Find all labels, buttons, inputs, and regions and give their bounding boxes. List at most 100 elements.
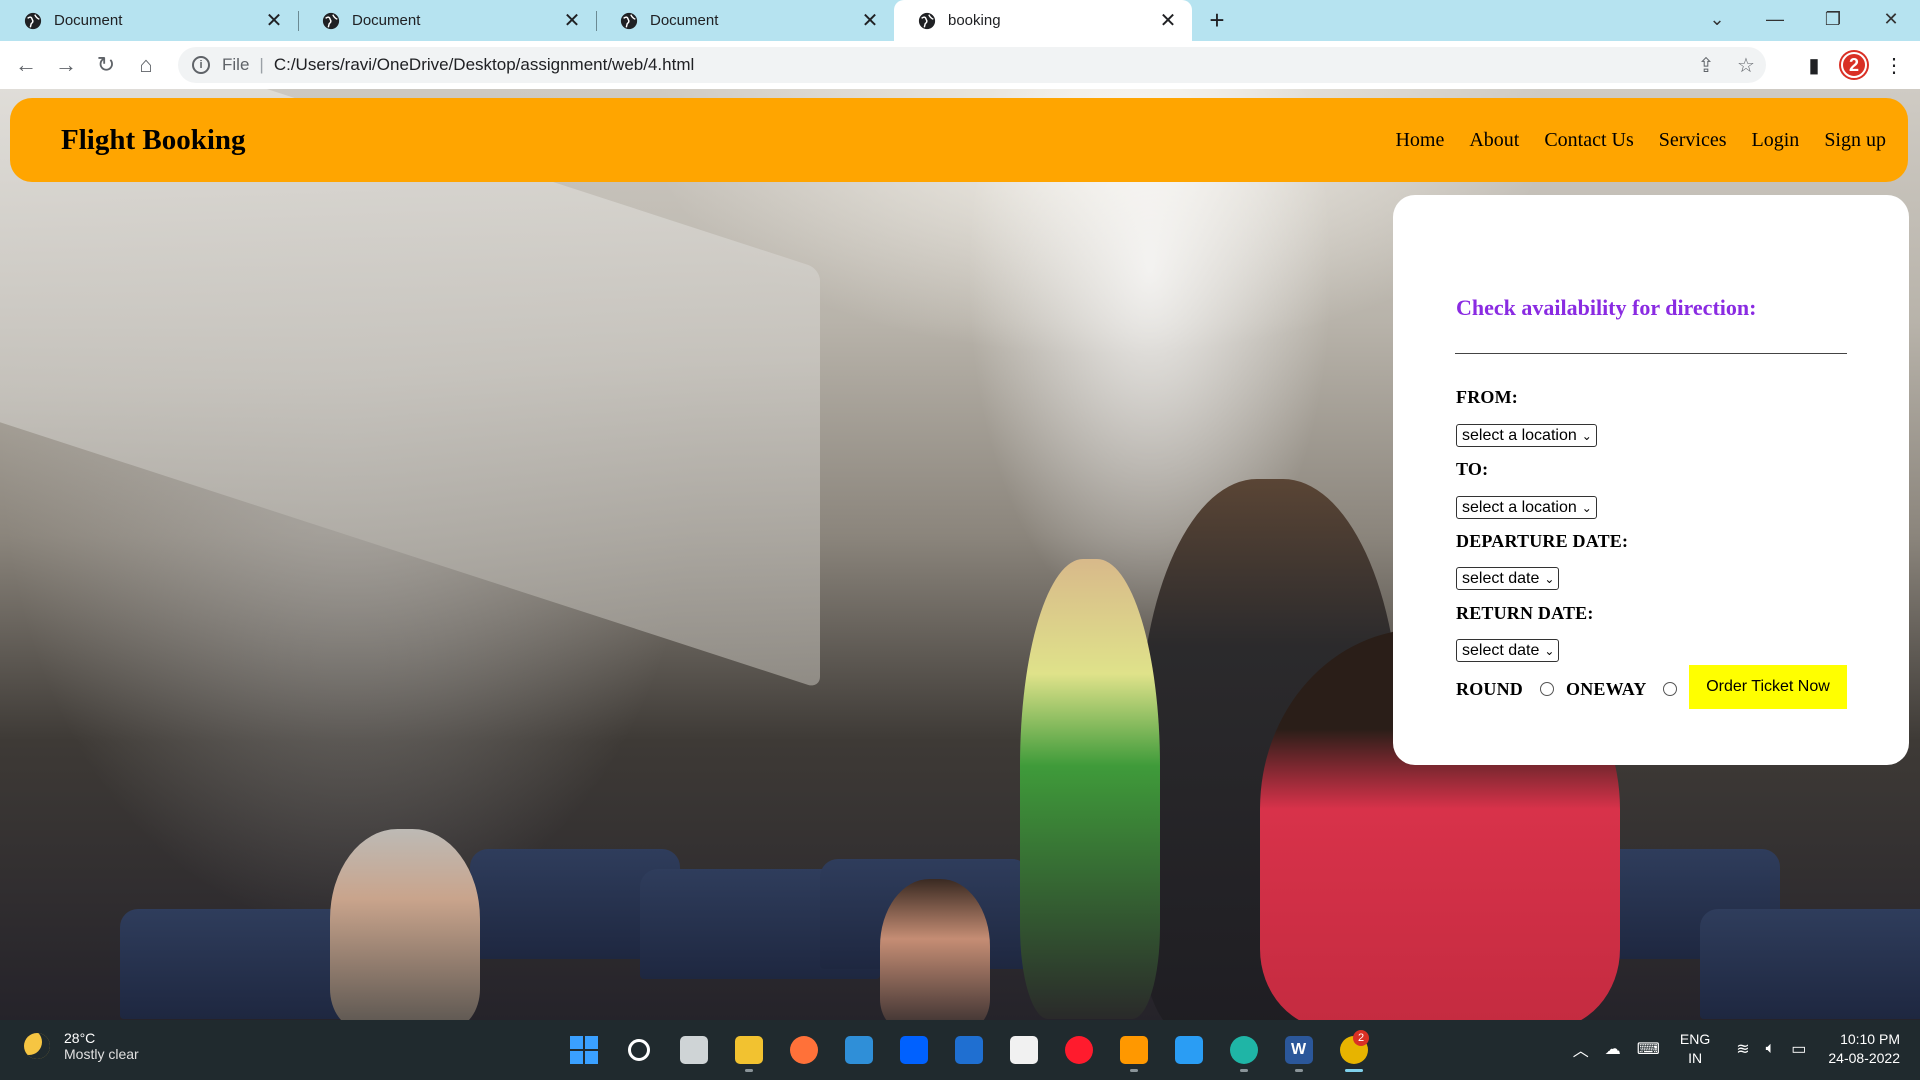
taskbar-app[interactable] — [666, 1028, 721, 1072]
passenger-shape — [880, 879, 990, 1020]
passenger-shape — [1020, 559, 1160, 1019]
taskbar-app[interactable] — [776, 1028, 831, 1072]
from-label: FROM: — [1456, 387, 1518, 407]
tab-close-icon[interactable]: ✕ — [562, 8, 582, 33]
reload-icon[interactable]: ↻ — [86, 45, 126, 85]
taskbar-app[interactable]: 2 — [1326, 1028, 1381, 1072]
globe-icon — [322, 12, 340, 29]
chevron-up-icon[interactable]: ︿ — [1573, 1037, 1589, 1061]
toolbar-right: ▮ 2 ⋮ — [1794, 45, 1914, 85]
scheme-label: File — [222, 55, 250, 74]
booking-form-card: Check availability for direction: FROM: … — [1393, 195, 1909, 765]
to-select[interactable]: select a location ⌄ — [1456, 496, 1597, 519]
wifi-icon[interactable]: ≋ — [1736, 1039, 1749, 1059]
taskbar-apps: W2 — [556, 1028, 1381, 1072]
clock-time: 10:10 PM — [1840, 1031, 1900, 1047]
restore-icon[interactable]: ❐ — [1804, 0, 1862, 38]
taskbar-app[interactable] — [1106, 1028, 1161, 1072]
back-arrow-icon[interactable]: ← — [6, 45, 46, 85]
tab-close-icon[interactable]: ✕ — [1158, 8, 1178, 33]
clock[interactable]: 10:10 PM 24-08-2022 — [1828, 1030, 1900, 1068]
browser-tab[interactable]: Document ✕ — [0, 0, 298, 41]
site-header: Flight Booking Home About Contact Us Ser… — [10, 98, 1908, 182]
notification-badge: 2 — [1353, 1030, 1369, 1046]
kebab-menu-icon[interactable]: ⋮ — [1874, 45, 1914, 85]
nav-home[interactable]: Home — [1395, 129, 1444, 152]
to-label: TO: — [1456, 459, 1489, 479]
nav-services[interactable]: Services — [1659, 129, 1727, 152]
browser-tab[interactable]: Document ✕ — [298, 0, 596, 41]
app-glyph-label: W — [1290, 1041, 1307, 1058]
side-panel-icon[interactable]: ▮ — [1794, 45, 1834, 85]
new-tab-plus-icon[interactable]: + — [1192, 0, 1242, 41]
firefox-icon — [789, 1036, 818, 1064]
from-select[interactable]: select a location ⌄ — [1456, 424, 1597, 447]
taskbar-app[interactable] — [941, 1028, 996, 1072]
running-indicator — [1129, 1069, 1138, 1072]
taskbar-app[interactable] — [1051, 1028, 1106, 1072]
extension-badge[interactable]: 2 — [1834, 45, 1874, 85]
speaker-icon[interactable]: 🔈︎ — [1766, 1040, 1776, 1058]
nav-contact-us[interactable]: Contact Us — [1544, 129, 1633, 152]
round-radio[interactable] — [1540, 682, 1554, 696]
site-info-icon[interactable]: i — [192, 56, 210, 74]
weather-condition: Mostly clear — [64, 1046, 139, 1062]
taskbar-app[interactable] — [831, 1028, 886, 1072]
system-tray: ︿ ☁ ⌨ ENG IN ≋ 🔈︎ ▭ 10:10 PM 24-08-2022 — [1565, 1030, 1900, 1068]
edge-icon — [1229, 1036, 1258, 1064]
security-app-icon — [954, 1036, 983, 1064]
oneway-radio[interactable] — [1663, 682, 1677, 696]
address-bar[interactable]: i File | C:/Users/ravi/OneDrive/Desktop/… — [178, 47, 1766, 83]
taskbar-app[interactable] — [721, 1028, 776, 1072]
share-icon[interactable]: ⇪ — [1686, 53, 1726, 78]
taskbar-app[interactable] — [886, 1028, 941, 1072]
minimize-icon[interactable]: — — [1746, 0, 1804, 38]
browser-tab-strip: Document ✕ Document ✕ Document ✕ booking… — [0, 0, 1920, 41]
address-url[interactable]: C:/Users/ravi/OneDrive/Desktop/assignmen… — [274, 55, 694, 75]
vscode-icon — [1174, 1036, 1203, 1064]
opera-icon — [1064, 1036, 1093, 1064]
browser-tab[interactable]: Document ✕ — [596, 0, 894, 41]
clock-date: 24-08-2022 — [1828, 1050, 1900, 1066]
tab-search-chevron-icon[interactable]: ⌄ — [1688, 0, 1746, 38]
home-icon[interactable]: ⌂ — [126, 45, 166, 85]
nav-login[interactable]: Login — [1752, 129, 1800, 152]
word-icon: W — [1284, 1036, 1313, 1064]
bookmark-star-icon[interactable]: ☆ — [1726, 53, 1766, 78]
passenger-shape — [330, 829, 480, 1020]
tab-title: Document — [352, 12, 421, 29]
close-window-icon[interactable]: ✕ — [1862, 0, 1920, 38]
taskbar-app[interactable] — [611, 1028, 666, 1072]
running-indicator — [1294, 1069, 1303, 1072]
nav-sign-up[interactable]: Sign up — [1824, 129, 1886, 152]
tab-close-icon[interactable]: ✕ — [860, 8, 880, 33]
tab-title: Document — [650, 12, 719, 29]
battery-icon[interactable]: ▭ — [1791, 1039, 1806, 1059]
departure-date-select[interactable]: select date ⌄ — [1456, 567, 1560, 590]
weather-widget[interactable]: 28°C Mostly clear — [24, 1030, 139, 1062]
site-brand[interactable]: Flight Booking — [61, 124, 246, 157]
tab-title: booking — [948, 12, 1001, 29]
onedrive-cloud-icon[interactable]: ☁ — [1605, 1039, 1621, 1059]
keyboard-icon[interactable]: ⌨ — [1637, 1039, 1660, 1059]
oneway-label: ONEWAY — [1566, 679, 1647, 699]
taskbar-app[interactable] — [1161, 1028, 1216, 1072]
seat-shape — [1700, 909, 1920, 1019]
browser-tab-active[interactable]: booking ✕ — [894, 0, 1192, 41]
return-date-select[interactable]: select date ⌄ — [1456, 639, 1560, 662]
taskbar-app[interactable] — [996, 1028, 1051, 1072]
globe-icon — [918, 12, 936, 29]
forward-arrow-icon[interactable]: → — [46, 45, 86, 85]
chevron-down-icon: ⌄ — [1581, 500, 1592, 515]
taskbar-app[interactable]: W — [1271, 1028, 1326, 1072]
input-language[interactable]: ENG IN — [1680, 1030, 1710, 1068]
tab-close-icon[interactable]: ✕ — [264, 8, 284, 33]
order-ticket-button[interactable]: Order Ticket Now — [1689, 665, 1847, 709]
taskbar-app[interactable] — [556, 1028, 611, 1072]
store-icon — [1009, 1036, 1038, 1064]
departure-date-label: DEPARTURE DATE: — [1456, 531, 1629, 551]
nav-about[interactable]: About — [1469, 129, 1519, 152]
form-divider — [1455, 353, 1847, 354]
taskbar-app[interactable] — [1216, 1028, 1271, 1072]
globe-icon — [24, 12, 42, 29]
